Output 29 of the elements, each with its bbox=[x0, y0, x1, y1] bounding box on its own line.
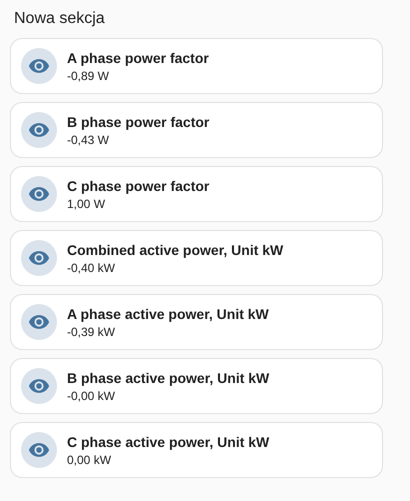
entity-card[interactable]: C phase power factor 1,00 W bbox=[10, 166, 383, 222]
entity-name: C phase power factor bbox=[67, 178, 210, 194]
eye-icon bbox=[21, 304, 57, 340]
entity-name: Combined active power, Unit kW bbox=[67, 242, 284, 258]
eye-icon bbox=[21, 112, 57, 148]
entity-state: 1,00 W bbox=[67, 196, 106, 210]
entity-card[interactable]: B phase power factor -0,43 W bbox=[10, 102, 383, 158]
entity-card[interactable]: B phase active power, Unit kW -0,00 kW bbox=[10, 358, 383, 414]
entity-card[interactable]: C phase active power, Unit kW 0,00 kW bbox=[10, 422, 383, 478]
eye-icon bbox=[21, 48, 57, 84]
entity-name: B phase active power, Unit kW bbox=[67, 370, 270, 386]
entity-state: -0,00 kW bbox=[67, 388, 116, 402]
eye-icon bbox=[21, 432, 57, 468]
entity-card[interactable]: A phase active power, Unit kW -0,39 kW bbox=[10, 294, 383, 350]
entity-name: A phase active power, Unit kW bbox=[67, 306, 269, 322]
entity-card[interactable]: Combined active power, Unit kW -0,40 kW bbox=[10, 230, 383, 286]
entity-name: B phase power factor bbox=[67, 114, 210, 130]
entity-name: C phase active power, Unit kW bbox=[67, 434, 270, 450]
eye-icon bbox=[21, 240, 57, 276]
section-title: Nowa sekcja bbox=[13, 9, 106, 29]
entity-card[interactable]: A phase power factor -0,89 W bbox=[10, 38, 383, 94]
entity-state: -0,39 kW bbox=[67, 324, 116, 338]
entity-state: -0,43 W bbox=[67, 132, 110, 146]
entity-name: A phase power factor bbox=[67, 50, 209, 66]
entity-state: -0,40 kW bbox=[67, 260, 116, 274]
entity-state: 0,00 kW bbox=[67, 452, 112, 466]
entity-state: -0,89 W bbox=[67, 68, 110, 82]
eye-icon bbox=[21, 368, 57, 404]
eye-icon bbox=[21, 176, 57, 212]
